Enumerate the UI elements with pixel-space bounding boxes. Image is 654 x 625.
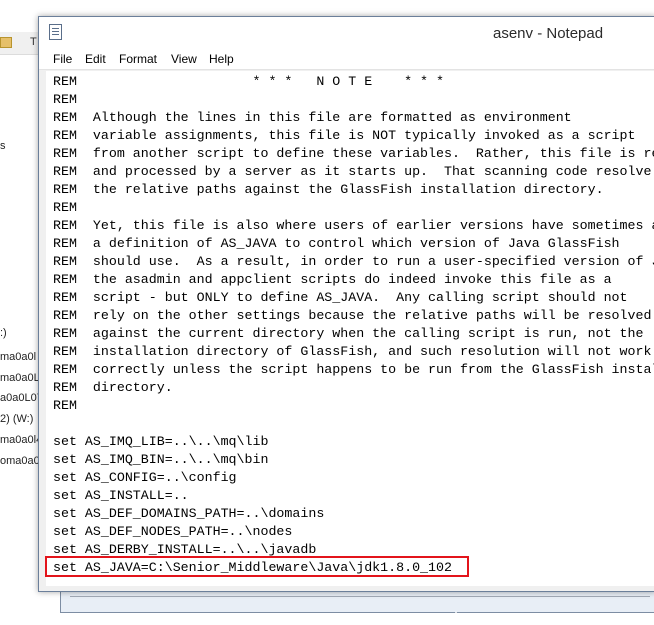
notepad-icon: [49, 24, 62, 40]
text-line: REM script - but ONLY to define AS_JAVA.…: [53, 290, 628, 305]
menu-help[interactable]: Help: [209, 52, 234, 66]
menu-file[interactable]: File: [53, 52, 72, 66]
nav-item[interactable]: a0a0L07: [0, 392, 40, 404]
notepad-title-bar[interactable]: asenv - Notepad: [39, 17, 654, 48]
nav-item[interactable]: :): [0, 327, 7, 339]
text-line: REM correctly unless the script happens …: [53, 362, 654, 377]
nav-item[interactable]: oma0a0: [0, 455, 40, 467]
text-line: REM a definition of AS_JAVA to control w…: [53, 236, 620, 251]
nav-item[interactable]: s: [0, 140, 6, 152]
text-line: [53, 415, 654, 433]
nav-item[interactable]: 2) (W:): [0, 413, 33, 425]
folder-label: T: [30, 36, 37, 48]
text-line: set AS_DEF_DOMAINS_PATH=..\domains: [53, 506, 325, 521]
text-line: REM the asadmin and appclient scripts do…: [53, 272, 612, 287]
notepad-window: asenv - Notepad File Edit Format View He…: [38, 16, 654, 592]
highlight-annotation-box: [45, 556, 469, 577]
nav-item[interactable]: ma0a0l: [0, 351, 36, 363]
text-line: REM Yet, this file is also where users o…: [53, 218, 654, 233]
text-line: REM installation directory of GlassFish,…: [53, 344, 652, 359]
text-line: REM * * * N O T E * * *: [53, 74, 444, 89]
text-line: set AS_INSTALL=..: [53, 488, 189, 503]
menu-format[interactable]: Format: [119, 52, 157, 66]
nav-item[interactable]: ma0a0L0: [0, 372, 40, 384]
menu-edit[interactable]: Edit: [85, 52, 106, 66]
text-line: REM: [53, 398, 77, 413]
explorer-nav-pane: T s :) ma0a0l ma0a0L0 a0a0L07 2) (W:) ma…: [0, 0, 40, 625]
text-line: REM against the current directory when t…: [53, 326, 644, 341]
text-line: REM: [53, 92, 77, 107]
text-line: REM should use. As a result, in order to…: [53, 254, 654, 269]
text-line: set AS_IMQ_LIB=..\..\mq\lib: [53, 434, 269, 449]
mouse-cursor-icon: [450, 611, 462, 623]
text-content: REM * * * N O T E * * * REM REM Although t…: [53, 73, 654, 577]
text-line: REM rely on the other settings because t…: [53, 308, 652, 323]
text-line: REM Although the lines in this file are …: [53, 110, 572, 125]
text-line: set AS_IMQ_BIN=..\..\mq\bin: [53, 452, 269, 467]
text-line: REM directory.: [53, 380, 173, 395]
text-line: set AS_DEF_NODES_PATH=..\nodes: [53, 524, 293, 539]
menu-view[interactable]: View: [171, 52, 197, 66]
nav-item[interactable]: ma0a0l4: [0, 434, 40, 446]
folder-icon: [0, 37, 12, 48]
text-line: REM variable assignments, this file is N…: [53, 128, 636, 143]
text-line: REM the relative paths against the Glass…: [53, 182, 604, 197]
text-line: REM and processed by a server as it star…: [53, 164, 652, 179]
text-line: REM: [53, 200, 77, 215]
window-title: asenv - Notepad: [493, 25, 604, 42]
text-line: set AS_CONFIG=..\config: [53, 470, 237, 485]
menu-bar: File Edit Format View Help: [39, 48, 654, 70]
text-editor-area[interactable]: REM * * * N O T E * * * REM REM Although t…: [46, 71, 654, 586]
text-line: REM from another script to define these …: [53, 146, 654, 161]
background-window-divider: [70, 596, 650, 605]
